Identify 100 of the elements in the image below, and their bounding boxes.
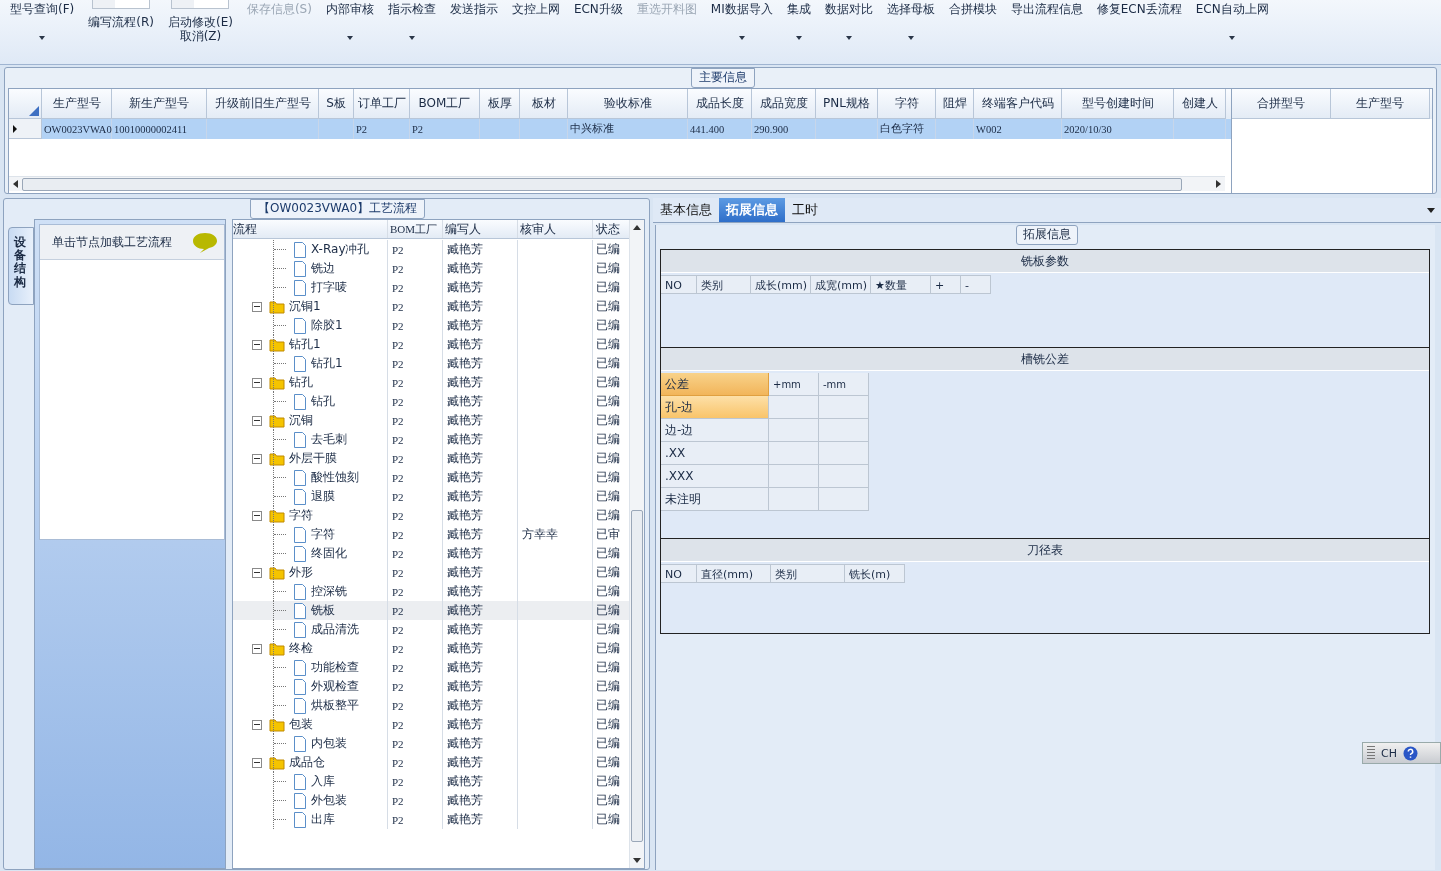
tree-node-label: 字符 [289, 507, 313, 524]
toolbar-button[interactable]: 编写流程(R) [86, 0, 156, 48]
toolbar-button[interactable]: 集成 [784, 0, 813, 48]
table-cell[interactable] [769, 419, 819, 442]
tree-row[interactable]: 字符 P2 臧艳芳 已编 [233, 506, 629, 525]
toolbar-button[interactable]: ECN自动上网 [1193, 0, 1271, 48]
section-title: 铣板参数 [661, 250, 1429, 273]
table-cell[interactable] [769, 488, 819, 511]
table-cell[interactable] [769, 442, 819, 465]
column-header[interactable]: + [931, 275, 961, 294]
folder-icon [269, 375, 285, 390]
table-cell: 已编 [596, 716, 620, 733]
tree-row[interactable]: 钻孔 P2 臧艳芳 已编 [233, 373, 629, 392]
table-cell[interactable] [769, 465, 819, 488]
row-header[interactable]: 未注明 [661, 488, 769, 511]
collapse-icon[interactable] [252, 643, 262, 654]
table-cell: P2 [392, 395, 404, 408]
column-header[interactable]: 编写人 [443, 220, 518, 238]
tree-row[interactable]: 成品仓 P2 臧艳芳 已编 [233, 753, 629, 772]
side-tab[interactable]: 设备结构 [8, 227, 34, 305]
tree-node-label: 控深铣 [311, 583, 347, 600]
tree-node-label: 打字唛 [311, 279, 347, 296]
table-cell: 臧艳芳 [447, 412, 483, 429]
collapse-icon[interactable] [252, 415, 262, 426]
row-pointer-icon [13, 125, 17, 133]
language-bar[interactable]: CH [1362, 742, 1441, 764]
toolbar-button[interactable]: 数据对比 [822, 0, 875, 48]
row-header[interactable]: 边-边 [661, 419, 769, 442]
document-icon [293, 260, 307, 277]
collapse-icon[interactable] [252, 719, 262, 730]
folder-icon [269, 717, 285, 732]
toolbar-button[interactable]: 合拼模块 [946, 0, 999, 48]
tree-row[interactable]: 外层干膜 P2 臧艳芳 已编 [233, 449, 629, 468]
table-cell: 已编 [596, 621, 620, 638]
row-header[interactable]: 孔-边 [661, 396, 769, 419]
toolbar-button[interactable]: 文控上网 [509, 0, 562, 48]
toolbar-button[interactable]: 内部审核 [323, 0, 376, 48]
column-header[interactable]: 直径(mm) [697, 564, 771, 583]
tree-row[interactable]: 沉铜 P2 臧艳芳 已编 [233, 411, 629, 430]
collapse-icon[interactable] [252, 757, 262, 768]
toolbar-button[interactable]: 导出流程信息 [1008, 0, 1085, 48]
toolbar-button[interactable]: 型号查询(F) [8, 0, 77, 48]
table-cell[interactable] [819, 396, 869, 419]
collapse-icon[interactable] [252, 301, 262, 312]
collapse-icon[interactable] [252, 510, 262, 521]
tree-row[interactable]: 铣板 P2 臧艳芳 已编 [233, 601, 629, 620]
help-icon[interactable] [1402, 745, 1418, 761]
language-indicator[interactable]: CH [1381, 746, 1397, 760]
column-header[interactable]: 类别 [771, 564, 845, 583]
table-cell[interactable] [819, 465, 869, 488]
document-icon [293, 431, 307, 448]
column-header[interactable]: 铣长(m) [845, 564, 905, 583]
tab[interactable]: 拓展信息 [719, 198, 785, 222]
document-icon [293, 469, 307, 486]
column-header[interactable]: 流程 [233, 220, 388, 238]
vertical-scrollbar[interactable] [629, 220, 644, 868]
tree-row[interactable]: 钻孔1 P2 臧艳芳 已编 [233, 335, 629, 354]
table-cell[interactable] [819, 419, 869, 442]
dropdown-icon[interactable] [1427, 207, 1435, 213]
table-cell: 已编 [596, 678, 620, 695]
horizontal-scrollbar[interactable] [9, 176, 1225, 191]
toolbar-button[interactable]: 选择母板 [884, 0, 937, 48]
toolbar-button[interactable]: MI数据导入 [708, 0, 775, 48]
tab[interactable]: 工时 [785, 198, 825, 222]
toolbar-button[interactable]: 指示检查 [385, 0, 438, 48]
toolbar-button[interactable]: 启动修改(E) 取消(Z) [165, 0, 235, 48]
column-header[interactable]: - [961, 275, 991, 294]
toolbar-button[interactable]: 发送指示 [447, 0, 500, 48]
column-header[interactable]: 成长(mm) [751, 275, 811, 294]
column-header[interactable]: 核审人 [518, 220, 593, 238]
column-header[interactable]: NO [661, 275, 697, 294]
table-cell[interactable] [819, 442, 869, 465]
column-header[interactable]: NO [661, 564, 697, 583]
collapse-icon[interactable] [252, 339, 262, 350]
column-header[interactable]: ★数量 [871, 275, 931, 294]
tree-row[interactable]: 外形 P2 臧艳芳 已编 [233, 563, 629, 582]
column-header[interactable]: 合拼型号 [1232, 89, 1331, 119]
column-header[interactable]: 类别 [697, 275, 751, 294]
tab[interactable]: 基本信息 [653, 198, 719, 222]
toolbar-button[interactable]: 修复ECN丢流程 [1094, 0, 1184, 48]
table-cell: 臧艳芳 [447, 697, 483, 714]
collapse-icon[interactable] [252, 453, 262, 464]
table-cell: 已编 [596, 336, 620, 353]
table-cell[interactable] [769, 396, 819, 419]
table-cell[interactable] [819, 488, 869, 511]
collapse-icon[interactable] [252, 377, 262, 388]
column-header[interactable]: BOM工厂 [388, 220, 443, 238]
collapse-icon[interactable] [252, 567, 262, 578]
column-header[interactable]: 生产型号 [1331, 89, 1430, 119]
row-header[interactable]: .XX [661, 442, 769, 465]
table-cell: 臧艳芳 [447, 431, 483, 448]
tree-row[interactable]: 终检 P2 臧艳芳 已编 [233, 639, 629, 658]
tree-row[interactable]: 包装 P2 臧艳芳 已编 [233, 715, 629, 734]
document-icon [293, 678, 307, 695]
toolbar-button[interactable]: ECN升级 [571, 0, 625, 48]
row-header[interactable]: .XXX [661, 465, 769, 488]
table-cell: 臧艳芳 [447, 507, 483, 524]
tree-node-label: 钻孔1 [289, 336, 321, 353]
tree-row[interactable]: 沉铜1 P2 臧艳芳 已编 [233, 297, 629, 316]
column-header[interactable]: 成宽(mm) [811, 275, 871, 294]
